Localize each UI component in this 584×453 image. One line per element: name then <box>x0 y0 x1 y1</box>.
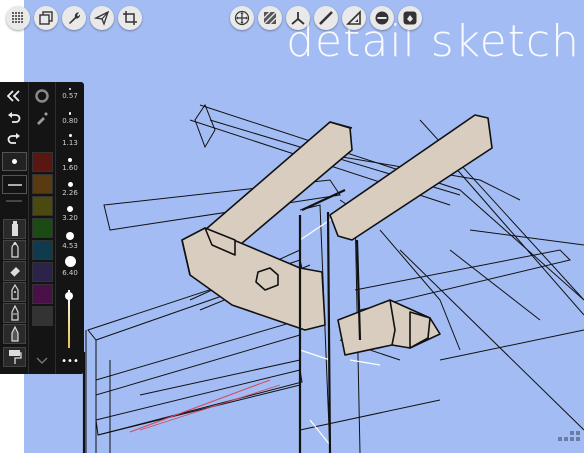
brush-dot-toggle[interactable] <box>2 152 27 171</box>
tool-pencil[interactable] <box>3 240 26 260</box>
perspective-button[interactable] <box>286 6 310 30</box>
brush-size-dot <box>69 88 71 90</box>
eyedropper-icon <box>36 111 48 125</box>
undo-button[interactable] <box>2 109 25 126</box>
brush-size-label: 0.80 <box>62 116 78 125</box>
brush-size-dot <box>68 134 72 137</box>
ellipse-button[interactable] <box>370 6 394 30</box>
brush-size-option[interactable]: 4.53 <box>56 232 84 250</box>
triangle-ruler-icon <box>346 10 361 25</box>
palette-sizes-column: 0.57 0.80 1.13 1.60 2.26 3.20 4.53 6.40 ••• <box>56 82 84 374</box>
palette-colors-column <box>29 82 56 374</box>
hatch-icon <box>263 11 277 25</box>
perspective-icon <box>291 12 305 25</box>
triangle-ruler-button[interactable] <box>342 6 366 30</box>
brush-size-dot <box>67 182 73 187</box>
share-button[interactable] <box>90 6 114 30</box>
ellipse-icon <box>375 11 389 25</box>
double-chevron-left-icon <box>6 89 20 102</box>
mini-grid-indicator <box>558 428 580 447</box>
color-swatch[interactable] <box>32 218 53 238</box>
brush-size-option[interactable]: 1.60 <box>56 158 84 172</box>
marker-icon <box>11 221 18 236</box>
brush-size-label: 0.57 <box>62 92 78 100</box>
tool-fineliner[interactable] <box>3 303 26 323</box>
pencil-icon <box>10 242 19 258</box>
brush-size-dot <box>64 256 76 267</box>
dot-icon <box>12 159 17 164</box>
brush-size-label: 1.60 <box>62 164 78 172</box>
more-options-button[interactable]: ••• <box>56 356 84 367</box>
brush-size-dot <box>67 206 73 212</box>
move-icon <box>234 10 250 26</box>
brush-size-option[interactable]: 1.13 <box>56 134 84 147</box>
brush-size-option[interactable]: 0.57 <box>56 88 84 100</box>
tool-marker[interactable] <box>3 219 26 239</box>
brush-size-dot <box>68 112 72 115</box>
opacity-slider[interactable] <box>65 290 73 348</box>
palette-actions-column <box>0 82 29 374</box>
grid-icon <box>12 12 23 23</box>
brush-size-label: 4.53 <box>62 242 78 250</box>
collapse-palette-button[interactable] <box>2 87 25 104</box>
brush-size-dot <box>66 232 74 240</box>
undo-icon <box>7 111 20 123</box>
color-swatch[interactable] <box>32 262 53 282</box>
eyedropper-button[interactable] <box>30 109 53 126</box>
color-swatch[interactable] <box>32 196 53 216</box>
brush-palette: 0.57 0.80 1.13 1.60 2.26 3.20 4.53 6.40 ••• <box>0 82 84 374</box>
redo-icon <box>7 132 20 144</box>
brush-size-option[interactable]: 3.20 <box>56 206 84 222</box>
tools-settings-button[interactable] <box>62 6 86 30</box>
palette-expand-button[interactable] <box>30 352 53 369</box>
crop-icon <box>123 11 137 25</box>
line-icon <box>7 183 22 186</box>
color-swatch[interactable] <box>32 284 53 304</box>
color-swatch[interactable] <box>32 306 53 326</box>
crop-button[interactable] <box>118 6 142 30</box>
airplane-icon <box>94 10 110 26</box>
tool-eraser[interactable] <box>3 261 26 281</box>
drawing-canvas[interactable]: detail sketch <box>24 0 584 453</box>
separator-icon <box>5 200 22 201</box>
fill-button[interactable] <box>398 6 422 30</box>
fill-icon <box>403 11 417 25</box>
tool-brush[interactable] <box>3 324 26 344</box>
color-swatch[interactable] <box>32 152 53 172</box>
brush-size-label: 1.13 <box>62 139 78 147</box>
ruler-icon <box>319 11 333 25</box>
layers-button[interactable] <box>34 6 58 30</box>
color-swatch[interactable] <box>32 174 53 194</box>
grid-menu-button[interactable] <box>6 6 30 30</box>
palette-separator-line <box>2 192 25 209</box>
sketch-drawing <box>82 103 584 453</box>
tool-roller[interactable] <box>3 347 26 367</box>
brush-size-label: 3.20 <box>62 214 78 222</box>
wrench-icon <box>69 12 81 24</box>
eraser-icon <box>9 267 20 278</box>
brush-size-label: 6.40 <box>62 269 78 277</box>
redo-button[interactable] <box>2 130 25 147</box>
color-wheel-button[interactable] <box>30 87 53 104</box>
color-swatch[interactable] <box>32 240 53 260</box>
hatch-button[interactable] <box>258 6 282 30</box>
brush-size-label: 2.26 <box>62 189 78 197</box>
pen-icon <box>10 284 19 300</box>
color-blank <box>30 130 53 147</box>
roller-icon <box>8 350 22 364</box>
brush-icon <box>10 326 19 342</box>
opacity-handle[interactable] <box>65 292 73 300</box>
chevron-down-icon <box>36 357 47 364</box>
tool-pen[interactable] <box>3 282 26 302</box>
brush-size-dot <box>68 158 72 162</box>
brush-size-option[interactable]: 0.80 <box>56 112 84 125</box>
brush-size-option[interactable]: 2.26 <box>56 182 84 197</box>
transform-button[interactable] <box>230 6 254 30</box>
left-edge-strip <box>0 375 24 453</box>
layers-icon <box>39 11 53 25</box>
brush-size-option[interactable]: 6.40 <box>56 256 84 277</box>
ruler-button[interactable] <box>314 6 338 30</box>
fineliner-icon <box>10 305 19 321</box>
color-wheel-icon <box>34 88 49 103</box>
